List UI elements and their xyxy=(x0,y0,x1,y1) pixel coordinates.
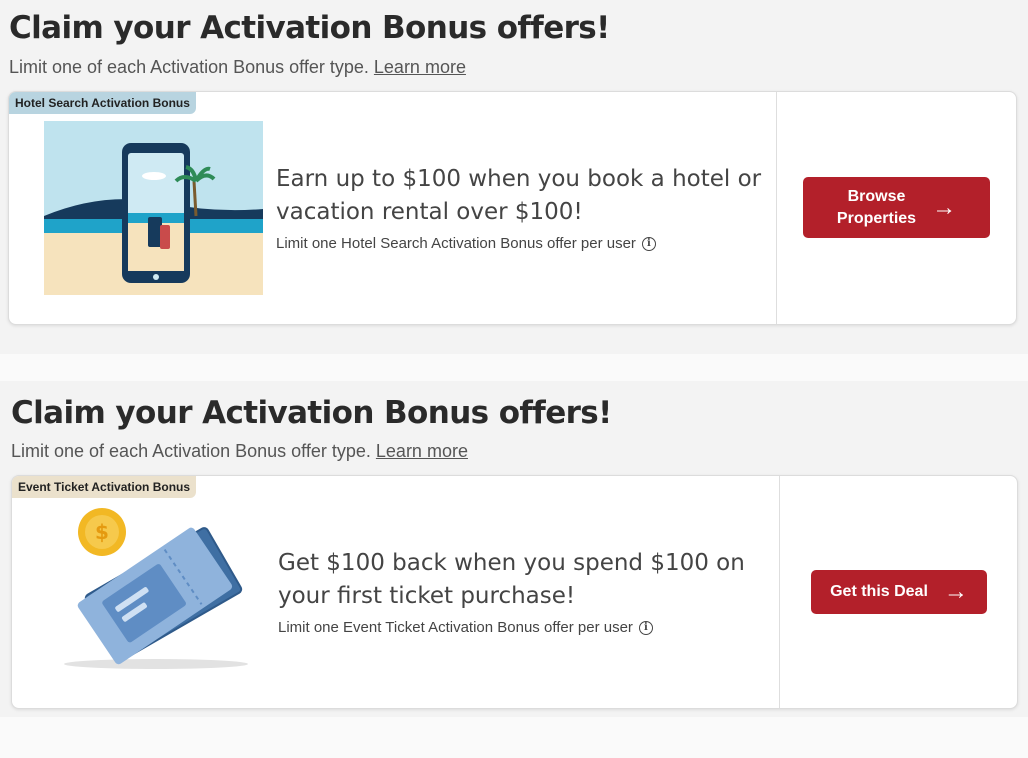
section-subtext: Limit one of each Activation Bonus offer… xyxy=(9,57,466,78)
ticket-offer-card: Event Ticket Activation Bonus $ Get $100… xyxy=(11,475,1018,709)
svg-text:$: $ xyxy=(95,520,109,544)
offer-badge: Event Ticket Activation Bonus xyxy=(12,476,197,498)
card-divider xyxy=(779,476,780,708)
section-subtext: Limit one of each Activation Bonus offer… xyxy=(11,441,468,462)
ticket-offer-section: Claim your Activation Bonus offers! Limi… xyxy=(0,381,1028,717)
browse-properties-button[interactable]: Browse Properties → xyxy=(803,177,990,238)
phone-beach-icon xyxy=(44,121,263,295)
offer-limit-text: Limit one Event Ticket Activation Bonus … xyxy=(278,619,633,636)
offer-limit: Limit one Hotel Search Activation Bonus … xyxy=(276,235,656,252)
subtext-label: Limit one of each Activation Bonus offer… xyxy=(11,441,371,461)
cta-label-line2: Properties xyxy=(836,209,917,227)
offer-title: Earn up to $100 when you book a hotel or… xyxy=(276,166,762,225)
cta-label: Get this Deal xyxy=(830,583,928,600)
get-this-deal-button[interactable]: Get this Deal → xyxy=(811,570,987,614)
ticket-coin-icon: $ xyxy=(64,508,248,669)
learn-more-link[interactable]: Learn more xyxy=(374,57,466,77)
offer-limit: Limit one Event Ticket Activation Bonus … xyxy=(278,619,653,636)
arrow-right-icon: → xyxy=(932,193,957,221)
cta-label-line1: Browse xyxy=(847,187,906,205)
subtext-label: Limit one of each Activation Bonus offer… xyxy=(9,57,369,77)
cta-label: Browse Properties xyxy=(837,186,916,230)
info-icon[interactable]: i xyxy=(641,236,656,251)
offer-badge: Hotel Search Activation Bonus xyxy=(9,92,196,114)
hotel-offer-section: Claim your Activation Bonus offers! Limi… xyxy=(0,0,1028,354)
section-heading: Claim your Activation Bonus offers! xyxy=(9,10,610,46)
info-icon[interactable]: i xyxy=(638,620,653,635)
offer-title: Get $100 back when you spend $100 on you… xyxy=(278,550,745,609)
arrow-right-icon: → xyxy=(943,578,968,605)
offer-limit-text: Limit one Hotel Search Activation Bonus … xyxy=(276,235,636,252)
section-heading: Claim your Activation Bonus offers! xyxy=(11,395,612,431)
card-divider xyxy=(776,92,777,324)
learn-more-link[interactable]: Learn more xyxy=(376,441,468,461)
hotel-offer-card: Hotel Search Activation Bonus Earn up to… xyxy=(8,91,1017,325)
